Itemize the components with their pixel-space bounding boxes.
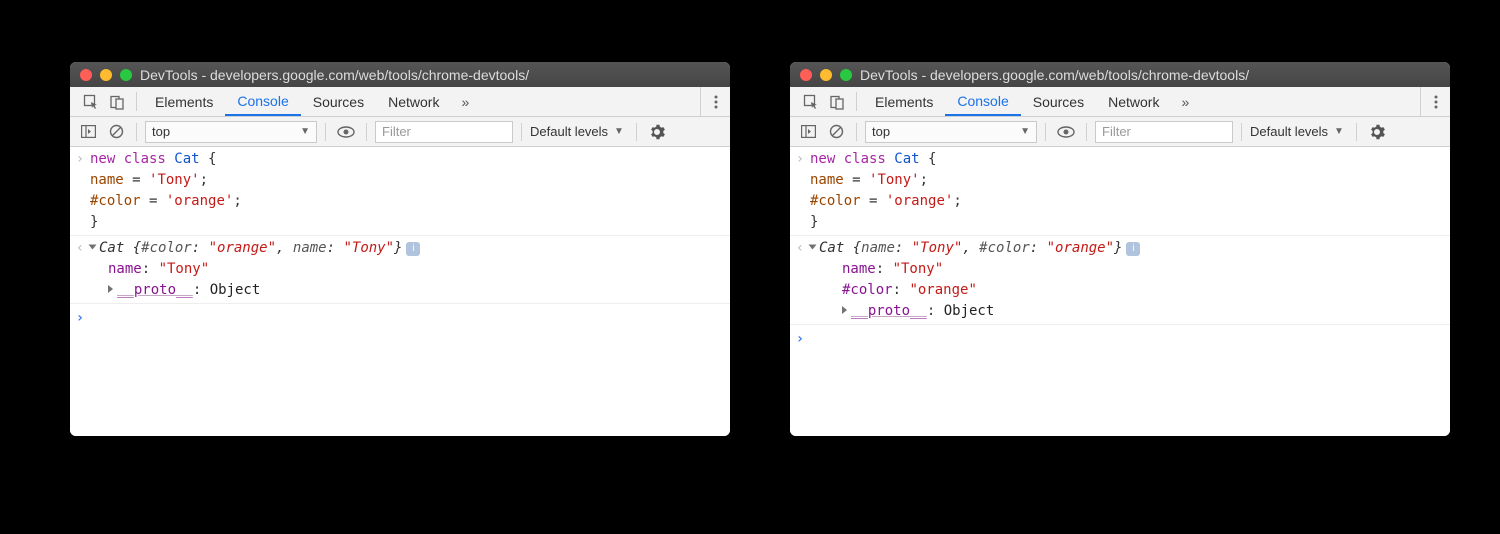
tabbar: Elements Console Sources Network »: [70, 87, 730, 117]
input-chevron-icon: ›: [790, 149, 810, 233]
object-tree[interactable]: Cat {name: "Tony", #color: "orange"}i na…: [810, 238, 1450, 322]
output-chevron-icon: ‹: [70, 238, 90, 301]
clear-console-icon[interactable]: [104, 120, 128, 144]
disclosure-triangle-icon[interactable]: [842, 306, 847, 314]
console-output: ‹ Cat {#color: "orange", name: "Tony"}i …: [70, 236, 730, 304]
console-toolbar: top ▼ Default levels ▼: [790, 117, 1450, 147]
levels-label: Default levels: [1250, 124, 1328, 139]
tab-sources[interactable]: Sources: [301, 87, 376, 116]
context-selector[interactable]: top ▼: [865, 121, 1037, 143]
device-toolbar-icon[interactable]: [104, 87, 130, 116]
chevron-down-icon: ▼: [1020, 126, 1030, 137]
menu-icon[interactable]: [700, 87, 730, 116]
console-body: › new class Cat { name = 'Tony'; #color …: [70, 147, 730, 436]
zoom-icon[interactable]: [120, 69, 132, 81]
inspect-icon[interactable]: [78, 87, 104, 116]
tabs-overflow[interactable]: »: [451, 87, 479, 116]
window-title: DevTools - developers.google.com/web/too…: [860, 67, 1249, 83]
disclosure-triangle-icon[interactable]: [809, 245, 817, 250]
clear-console-icon[interactable]: [824, 120, 848, 144]
console-body: › new class Cat { name = 'Tony'; #color …: [790, 147, 1450, 436]
filter-input[interactable]: [1095, 121, 1233, 143]
code-block: new class Cat { name = 'Tony'; #color = …: [810, 149, 1450, 233]
console-input-echo: › new class Cat { name = 'Tony'; #color …: [790, 147, 1450, 236]
devtools-window-left: DevTools - developers.google.com/web/too…: [70, 62, 730, 436]
output-chevron-icon: ‹: [790, 238, 810, 322]
chevron-down-icon: ▼: [614, 126, 624, 137]
console-prompt[interactable]: ›: [790, 325, 1450, 354]
titlebar[interactable]: DevTools - developers.google.com/web/too…: [70, 62, 730, 87]
tab-console[interactable]: Console: [225, 87, 300, 116]
window-controls: [80, 69, 132, 81]
tabbar: Elements Console Sources Network »: [790, 87, 1450, 117]
window-controls: [800, 69, 852, 81]
sidebar-toggle-icon[interactable]: [76, 120, 100, 144]
console-output: ‹ Cat {name: "Tony", #color: "orange"}i …: [790, 236, 1450, 325]
tab-network[interactable]: Network: [376, 87, 451, 116]
filter-input[interactable]: [375, 121, 513, 143]
prompt-chevron-icon: ›: [70, 308, 90, 329]
minimize-icon[interactable]: [100, 69, 112, 81]
close-icon[interactable]: [80, 69, 92, 81]
info-icon[interactable]: i: [1126, 242, 1140, 256]
settings-icon[interactable]: [1365, 120, 1389, 144]
console-input-echo: › new class Cat { name = 'Tony'; #color …: [70, 147, 730, 236]
live-expression-icon[interactable]: [1054, 120, 1078, 144]
devtools-window-right: DevTools - developers.google.com/web/too…: [790, 62, 1450, 436]
settings-icon[interactable]: [645, 120, 669, 144]
device-toolbar-icon[interactable]: [824, 87, 850, 116]
titlebar[interactable]: DevTools - developers.google.com/web/too…: [790, 62, 1450, 87]
tab-elements[interactable]: Elements: [863, 87, 945, 116]
disclosure-triangle-icon[interactable]: [108, 285, 113, 293]
console-toolbar: top ▼ Default levels ▼: [70, 117, 730, 147]
tab-network[interactable]: Network: [1096, 87, 1171, 116]
window-title: DevTools - developers.google.com/web/too…: [140, 67, 529, 83]
close-icon[interactable]: [800, 69, 812, 81]
tab-elements[interactable]: Elements: [143, 87, 225, 116]
prompt-chevron-icon: ›: [790, 329, 810, 350]
info-icon[interactable]: i: [406, 242, 420, 256]
context-label: top: [872, 124, 890, 139]
tab-console[interactable]: Console: [945, 87, 1020, 116]
console-prompt[interactable]: ›: [70, 304, 730, 333]
log-levels-selector[interactable]: Default levels ▼: [530, 124, 628, 139]
chevron-down-icon: ▼: [1334, 126, 1344, 137]
tabs-overflow[interactable]: »: [1171, 87, 1199, 116]
live-expression-icon[interactable]: [334, 120, 358, 144]
log-levels-selector[interactable]: Default levels ▼: [1250, 124, 1348, 139]
disclosure-triangle-icon[interactable]: [89, 245, 97, 250]
chevron-down-icon: ▼: [300, 126, 310, 137]
inspect-icon[interactable]: [798, 87, 824, 116]
menu-icon[interactable]: [1420, 87, 1450, 116]
tab-sources[interactable]: Sources: [1021, 87, 1096, 116]
levels-label: Default levels: [530, 124, 608, 139]
object-tree[interactable]: Cat {#color: "orange", name: "Tony"}i na…: [90, 238, 730, 301]
sidebar-toggle-icon[interactable]: [796, 120, 820, 144]
input-chevron-icon: ›: [70, 149, 90, 233]
code-block: new class Cat { name = 'Tony'; #color = …: [90, 149, 730, 233]
zoom-icon[interactable]: [840, 69, 852, 81]
minimize-icon[interactable]: [820, 69, 832, 81]
context-selector[interactable]: top ▼: [145, 121, 317, 143]
context-label: top: [152, 124, 170, 139]
